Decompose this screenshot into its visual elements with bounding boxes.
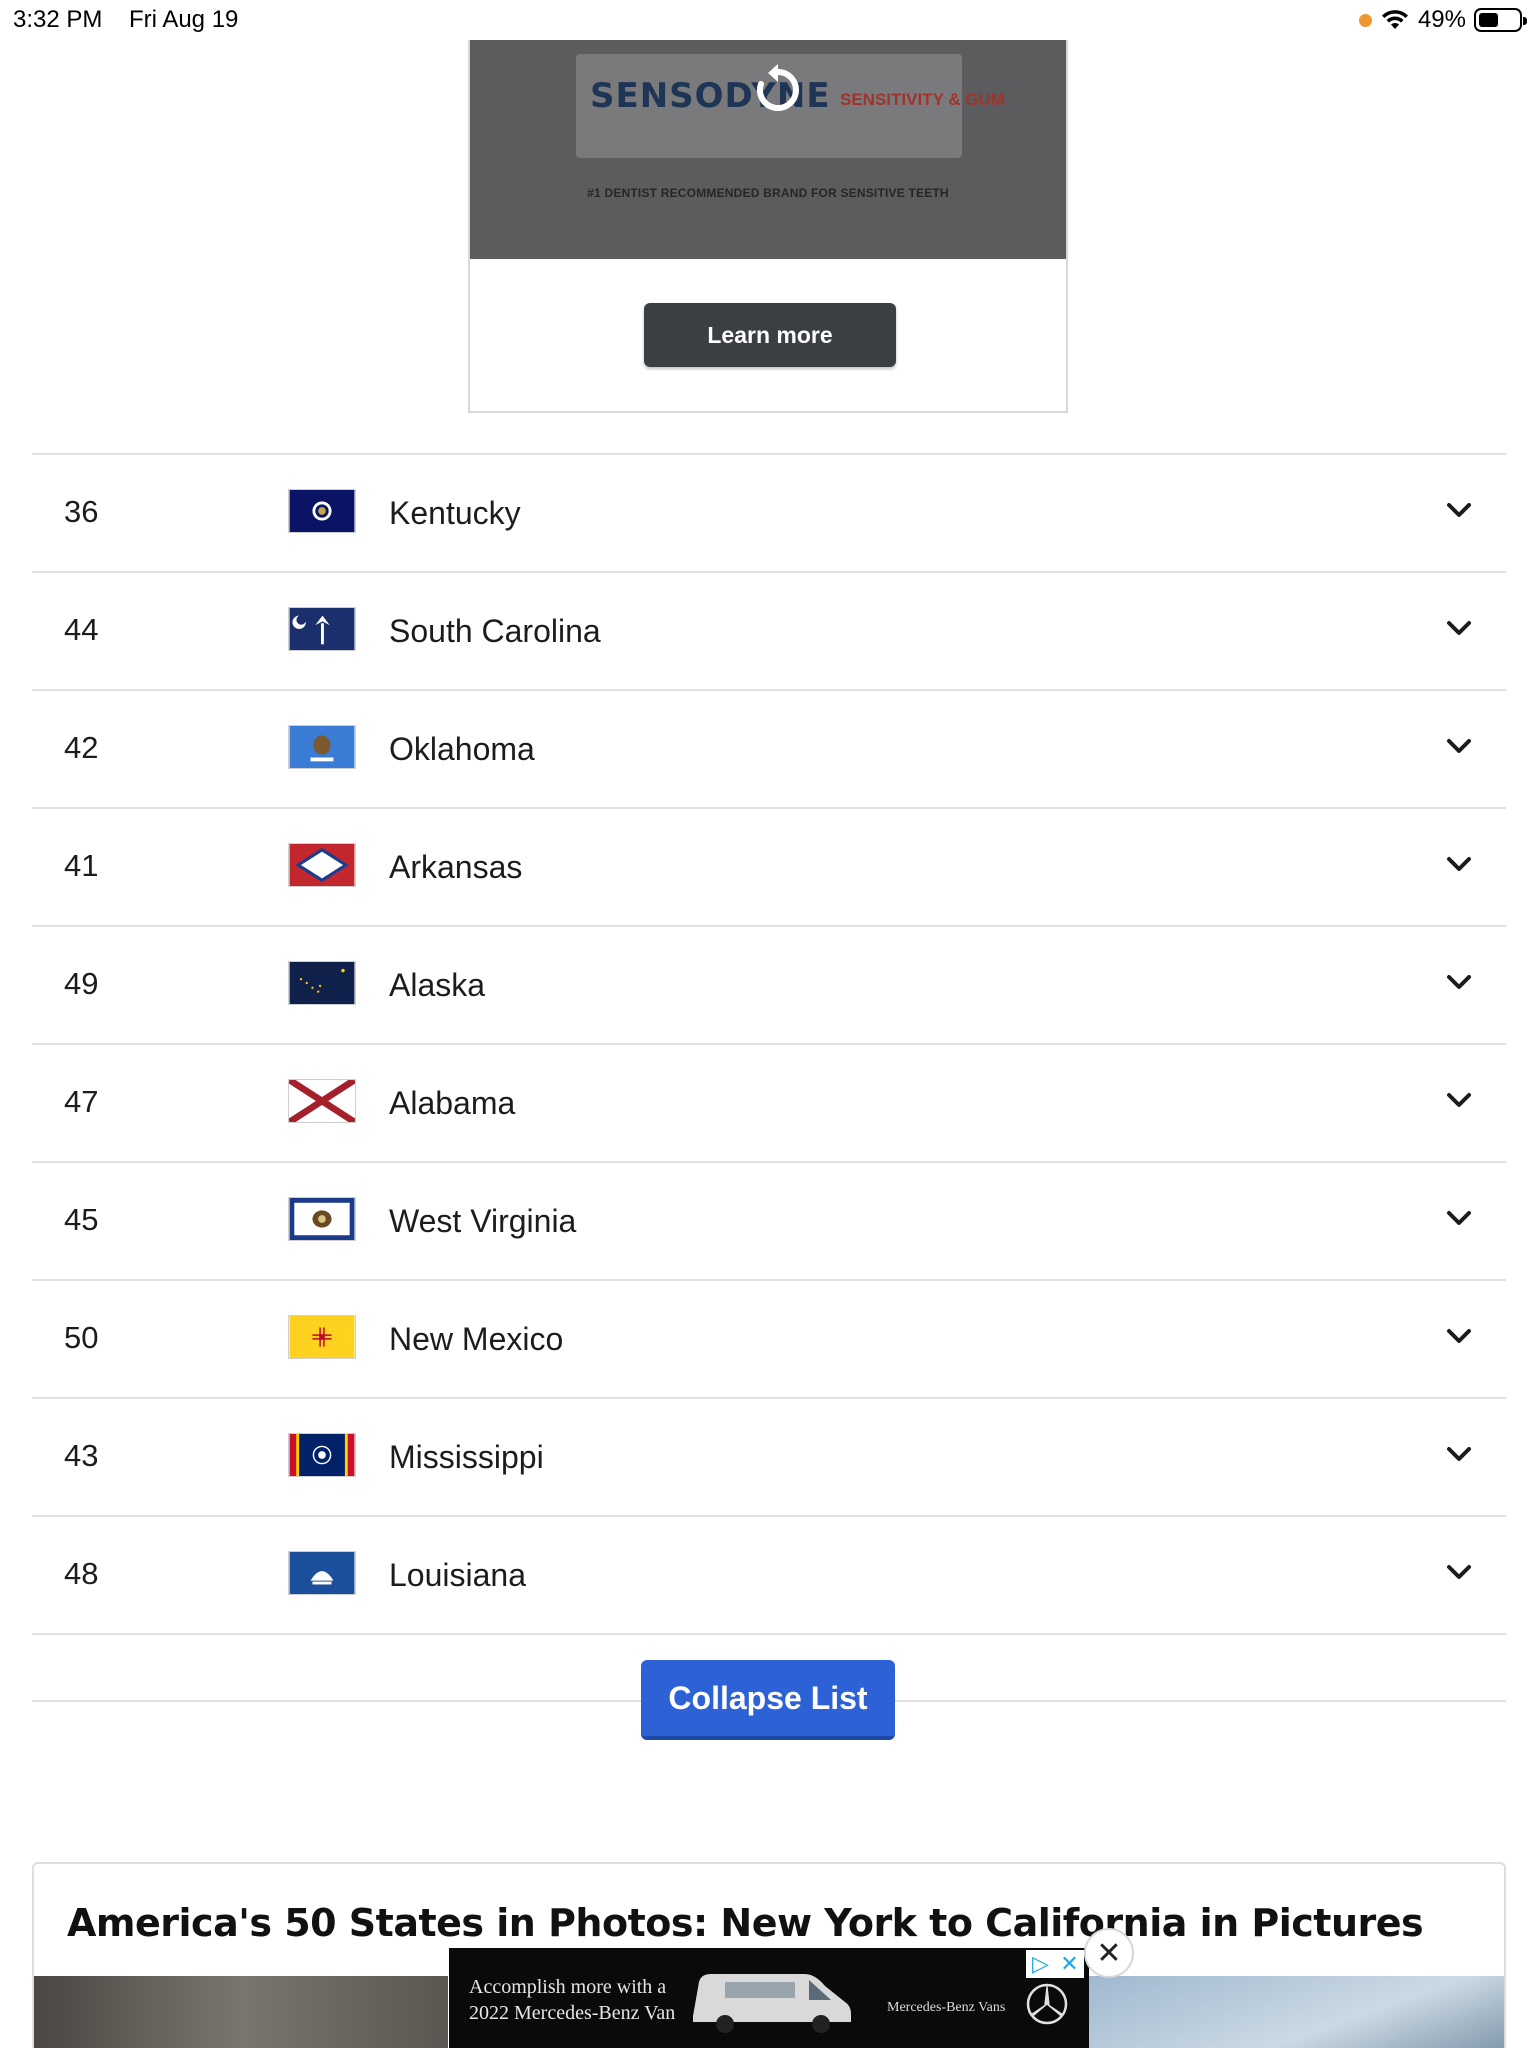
south-carolina-flag-icon <box>288 607 356 651</box>
alabama-flag-icon <box>288 1079 356 1123</box>
arkansas-flag-icon <box>288 843 356 887</box>
article-title[interactable]: America's 50 States in Photos: New York … <box>67 1901 1424 1945</box>
state-name: New Mexico <box>389 1321 564 1357</box>
chevron-down-icon[interactable] <box>1446 1087 1472 1113</box>
battery-nub <box>1523 17 1527 25</box>
replay-icon[interactable] <box>750 62 806 118</box>
close-ad-button[interactable]: ✕ <box>1084 1928 1134 1978</box>
state-name: Kentucky <box>389 495 521 531</box>
state-name: Mississippi <box>389 1439 544 1475</box>
learn-more-button[interactable]: Learn more <box>644 303 896 367</box>
state-rank: 49 <box>64 966 99 1001</box>
list-item[interactable]: 41 Arkansas <box>32 809 1506 927</box>
list-item[interactable]: 47 Alabama <box>32 1045 1506 1163</box>
chevron-down-icon[interactable] <box>1446 1559 1472 1585</box>
list-item[interactable]: 42 Oklahoma <box>32 691 1506 809</box>
chevron-down-icon[interactable] <box>1446 615 1472 641</box>
article-photo-right[interactable] <box>1084 1976 1504 2048</box>
state-rank: 43 <box>64 1438 99 1473</box>
list-item[interactable]: 48 Louisiana <box>32 1517 1506 1635</box>
state-name: Alabama <box>389 1085 516 1121</box>
status-date: Fri Aug 19 <box>129 6 239 33</box>
state-name: West Virginia <box>389 1203 577 1239</box>
state-rank: 44 <box>64 612 99 647</box>
mercedes-star-icon <box>1026 1983 1068 2025</box>
battery-fill <box>1479 13 1498 27</box>
oklahoma-flag-icon <box>288 725 356 769</box>
bottom-ad-brand: Mercedes-Benz Vans <box>887 2000 1006 2015</box>
new-mexico-flag-icon <box>288 1315 356 1359</box>
list-item[interactable]: 44 South Carolina <box>32 573 1506 691</box>
collapse-list-button[interactable]: Collapse List <box>641 1660 895 1740</box>
status-indicators: 49% <box>1358 6 1527 34</box>
ad-sub-brand: SENSITIVITY & GUM <box>840 90 1005 109</box>
state-rank: 36 <box>64 494 99 529</box>
state-rank: 50 <box>64 1320 99 1355</box>
van-image <box>693 1974 851 2033</box>
bottom-banner-ad[interactable]: Accomplish more with a 2022 Mercedes-Ben… <box>449 1948 1089 2048</box>
chevron-down-icon[interactable] <box>1446 969 1472 995</box>
bottom-ad-line1: Accomplish more with a <box>469 1976 667 1998</box>
state-rank: 41 <box>64 848 99 883</box>
state-rank: 45 <box>64 1202 99 1237</box>
chevron-down-icon[interactable] <box>1446 1323 1472 1349</box>
state-name: Louisiana <box>389 1557 526 1593</box>
west-virginia-flag-icon <box>288 1197 356 1241</box>
recording-dot-icon <box>1358 13 1372 27</box>
state-name: Arkansas <box>389 849 523 885</box>
state-name: South Carolina <box>389 613 601 649</box>
chevron-down-icon[interactable] <box>1446 497 1472 523</box>
battery-percent: 49% <box>1417 6 1466 33</box>
alaska-flag-icon <box>288 961 356 1005</box>
list-item[interactable]: 49 Alaska <box>32 927 1506 1045</box>
state-rank: 48 <box>64 1556 99 1591</box>
battery-icon <box>1474 8 1527 32</box>
louisiana-flag-icon <box>288 1551 356 1595</box>
list-item[interactable]: 45 West Virginia <box>32 1163 1506 1281</box>
state-name: Oklahoma <box>389 731 535 767</box>
status-bar: 3:32 PM Fri Aug 19 49% <box>0 0 1536 40</box>
state-rank: 42 <box>64 730 99 765</box>
top-ad-card: SENSODYNE SENSITIVITY & GUM #1 DENTIST R… <box>468 40 1068 413</box>
states-list: 36 Kentucky 44 South Carolina 42 Oklahom… <box>32 453 1506 1635</box>
kentucky-flag-icon <box>288 489 356 533</box>
ad-video-frame[interactable]: SENSODYNE SENSITIVITY & GUM #1 DENTIST R… <box>470 40 1066 259</box>
wifi-icon <box>1381 10 1408 29</box>
state-name: Alaska <box>389 967 486 1003</box>
mississippi-flag-icon <box>288 1433 356 1477</box>
bottom-ad-line2: 2022 Mercedes-Benz Van <box>469 2002 676 2024</box>
bottom-ad-headline: Accomplish more with a 2022 Mercedes-Ben… <box>469 1974 675 2026</box>
status-time: 3:32 PM <box>13 6 103 33</box>
chevron-down-icon[interactable] <box>1446 1441 1472 1467</box>
chevron-down-icon[interactable] <box>1446 733 1472 759</box>
article-photo-left[interactable] <box>34 1976 448 2048</box>
list-item[interactable]: 43 Mississippi <box>32 1399 1506 1517</box>
chevron-down-icon[interactable] <box>1446 1205 1472 1231</box>
ad-tagline: #1 DENTIST RECOMMENDED BRAND FOR SENSITI… <box>587 186 949 200</box>
ad-dismiss-icon[interactable]: ✕ <box>1055 1950 1084 1978</box>
chevron-down-icon[interactable] <box>1446 851 1472 877</box>
list-item[interactable]: 50 New Mexico <box>32 1281 1506 1399</box>
list-item[interactable]: 36 Kentucky <box>32 455 1506 573</box>
adchoices-icon[interactable]: ▷ <box>1026 1950 1055 1978</box>
adchoices-badge[interactable]: ▷ ✕ <box>1026 1950 1084 1978</box>
state-rank: 47 <box>64 1084 99 1119</box>
